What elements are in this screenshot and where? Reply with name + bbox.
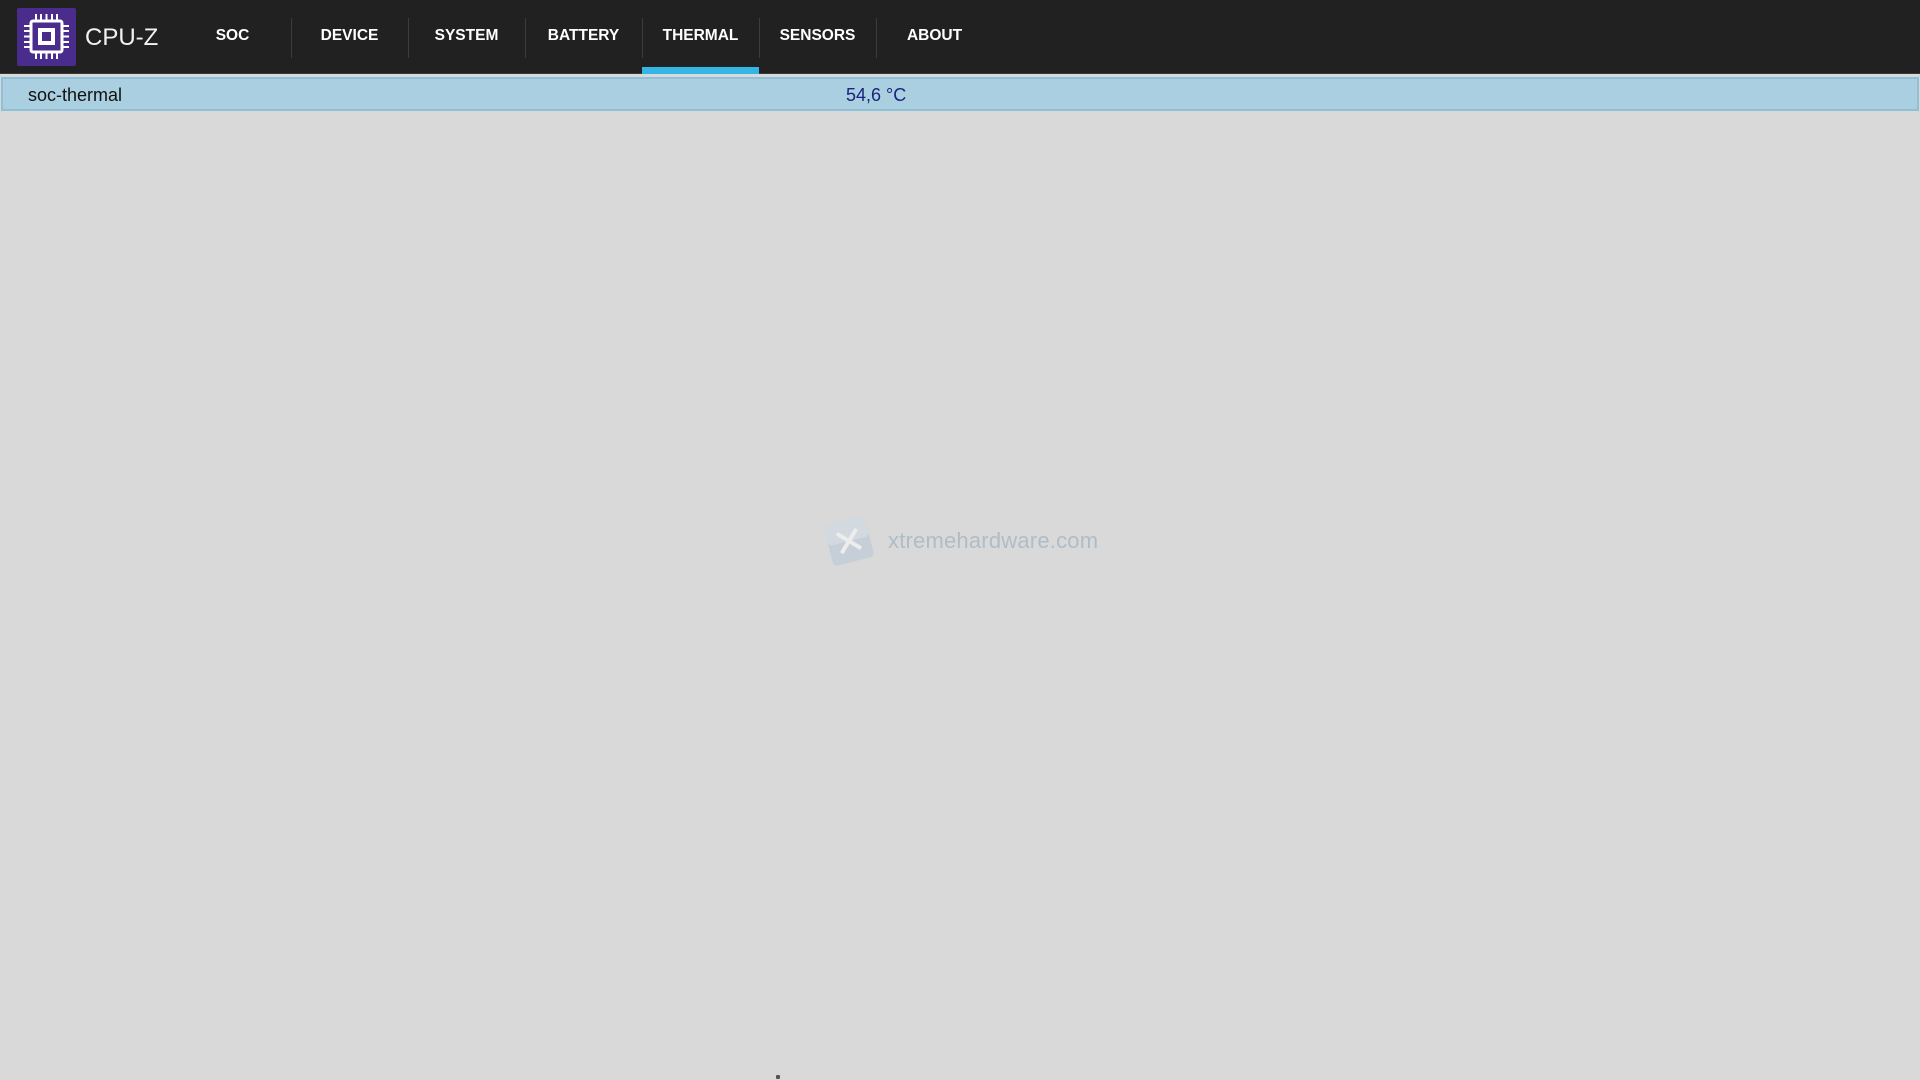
tab-label: THERMAL: [662, 27, 739, 44]
tab-battery[interactable]: BATTERY: [525, 0, 642, 74]
tab-label: BATTERY: [547, 27, 620, 44]
sensor-temperature: 54,6 °C: [846, 85, 907, 105]
tab-thermal[interactable]: THERMAL: [642, 0, 759, 74]
tab-bar: SOC DEVICE SYSTEM BATTERY THERMAL SENSOR…: [174, 0, 993, 74]
x-logo-icon: [822, 514, 876, 568]
tab-sensors[interactable]: SENSORS: [759, 0, 876, 74]
sensor-name: soc-thermal: [28, 85, 123, 105]
watermark-text: xtremehardware.com: [888, 528, 1099, 553]
tab-label: SOC: [215, 27, 250, 44]
cpu-chip-icon: [17, 8, 76, 66]
thermal-panel: soc-thermal 54,6 °C: [0, 74, 1920, 1080]
tab-about[interactable]: ABOUT: [876, 0, 993, 74]
mouse-cursor: [776, 1075, 780, 1079]
app-title: CPU-Z: [85, 24, 159, 51]
tab-label: SYSTEM: [434, 27, 499, 44]
list-item[interactable]: soc-thermal 54,6 °C: [1, 77, 1919, 111]
app-bar: CPU-Z SOC DEVICE SYSTEM BATTERY THERMAL …: [0, 0, 1920, 74]
tab-device[interactable]: DEVICE: [291, 0, 408, 74]
tab-system[interactable]: SYSTEM: [408, 0, 525, 74]
tab-label: ABOUT: [906, 27, 963, 44]
tab-soc[interactable]: SOC: [174, 0, 291, 74]
tab-label: DEVICE: [320, 27, 379, 44]
tab-label: SENSORS: [779, 27, 856, 44]
watermark: xtremehardware.com: [818, 510, 1098, 574]
